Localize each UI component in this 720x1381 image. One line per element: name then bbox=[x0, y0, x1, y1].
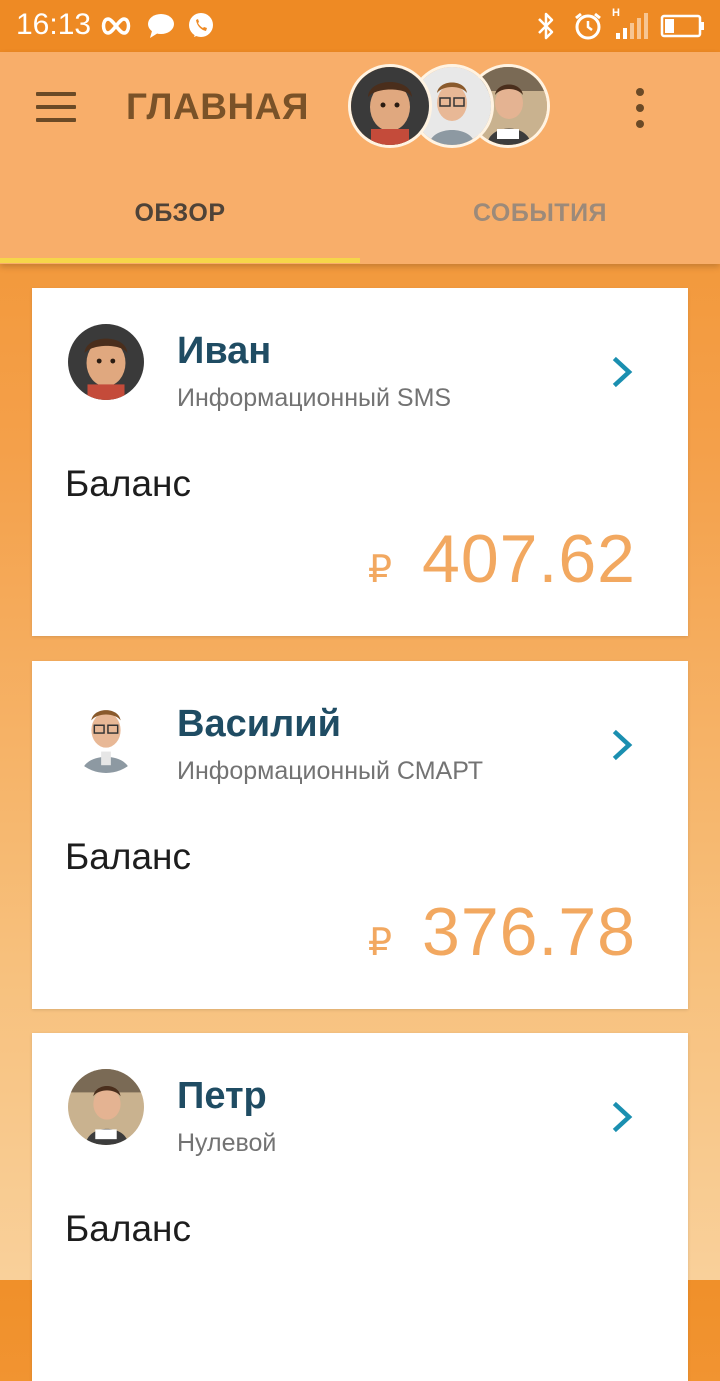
balance-amount: ₽ 407.62 bbox=[368, 520, 636, 598]
child-card[interactable]: Иван Информационный SMS Баланс ₽ 407.62 bbox=[32, 288, 688, 636]
balance-label: Баланс bbox=[65, 836, 191, 877]
child-plan: Информационный SMS bbox=[177, 384, 452, 412]
currency-symbol: ₽ bbox=[367, 549, 393, 591]
app-bar: ГЛАВНАЯ ОБЗОР СОБЫТИЯ bbox=[0, 52, 720, 264]
chevron-right-icon[interactable] bbox=[610, 356, 636, 388]
tab-overview[interactable]: ОБЗОР bbox=[0, 186, 360, 240]
status-bar: 16:13 H bbox=[0, 0, 720, 52]
tab-indicator bbox=[0, 258, 360, 263]
battery-icon bbox=[660, 10, 706, 42]
signal-icon: H bbox=[612, 7, 650, 42]
page-title: ГЛАВНАЯ bbox=[126, 86, 309, 127]
child-card[interactable]: Василий Информационный СМАРТ Баланс ₽ 37… bbox=[32, 661, 688, 1009]
avatar[interactable] bbox=[348, 64, 432, 148]
balance-label: Баланс bbox=[65, 1208, 191, 1249]
balance-amount: ₽ 376.78 bbox=[368, 893, 636, 971]
currency-symbol: ₽ bbox=[367, 922, 393, 964]
tab-events[interactable]: СОБЫТИЯ bbox=[360, 186, 720, 240]
chevron-right-icon[interactable] bbox=[610, 1101, 636, 1133]
child-name: Иван bbox=[177, 330, 272, 372]
signal-type-label: H bbox=[612, 7, 620, 19]
child-name: Василий bbox=[177, 703, 341, 745]
balance-value: 407.62 bbox=[422, 521, 636, 597]
infinity-icon bbox=[98, 10, 134, 42]
child-plan: Информационный СМАРТ bbox=[177, 757, 484, 785]
child-plan: Нулевой bbox=[177, 1129, 277, 1157]
alarm-icon bbox=[572, 10, 604, 42]
child-name: Петр bbox=[177, 1075, 267, 1117]
bluetooth-icon bbox=[534, 10, 558, 42]
child-avatar bbox=[68, 697, 144, 773]
more-vert-icon[interactable] bbox=[624, 88, 654, 128]
chat-bubble-icon bbox=[146, 10, 176, 42]
child-avatar bbox=[68, 324, 144, 400]
hamburger-menu-icon[interactable] bbox=[36, 90, 76, 124]
chevron-right-icon[interactable] bbox=[610, 729, 636, 761]
avatar-group[interactable] bbox=[348, 64, 550, 148]
child-avatar bbox=[68, 1069, 144, 1145]
balance-value: 376.78 bbox=[422, 894, 636, 970]
status-time: 16:13 bbox=[16, 8, 92, 41]
balance-label: Баланс bbox=[65, 463, 191, 504]
child-card[interactable]: Петр Нулевой Баланс bbox=[32, 1033, 688, 1381]
viber-icon bbox=[186, 10, 216, 42]
